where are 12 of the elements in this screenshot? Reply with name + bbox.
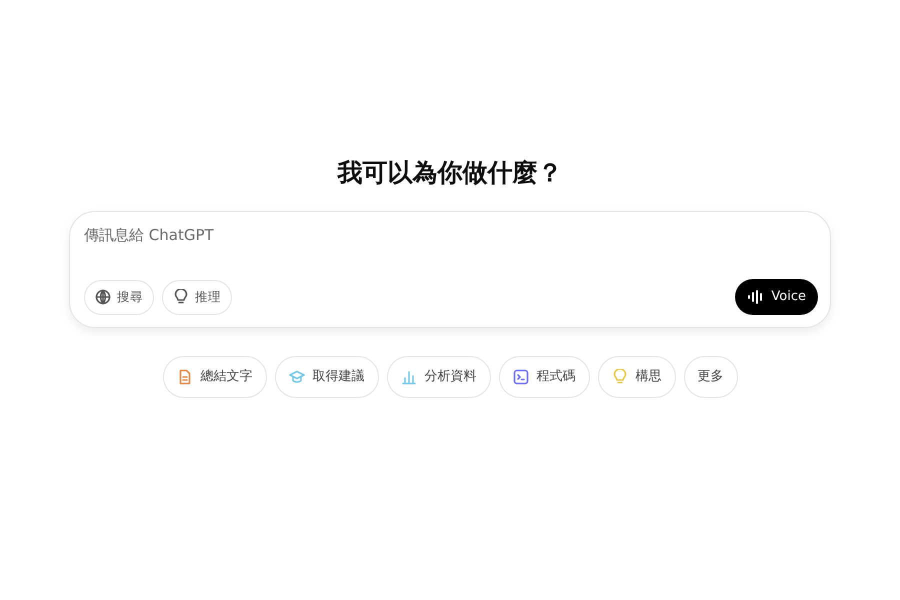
lightbulb-icon bbox=[173, 289, 189, 305]
suggestion-button[interactable]: 構思 bbox=[598, 356, 676, 398]
tool-button[interactable]: 推理 bbox=[162, 280, 232, 314]
suggestion-button[interactable]: 程式碼 bbox=[498, 356, 590, 398]
suggestion-button[interactable]: 更多 bbox=[684, 356, 738, 398]
tool-button[interactable]: 搜尋 bbox=[84, 280, 154, 314]
globe-icon bbox=[95, 289, 111, 305]
suggestion-button[interactable]: 總結文字 bbox=[162, 356, 266, 398]
voice-button[interactable]: Voice bbox=[735, 279, 818, 315]
suggestion-button[interactable]: 取得建議 bbox=[274, 356, 378, 398]
suggestion-button[interactable]: 分析資料 bbox=[386, 356, 490, 398]
heading: 我可以為你做什麼？ bbox=[336, 158, 564, 188]
